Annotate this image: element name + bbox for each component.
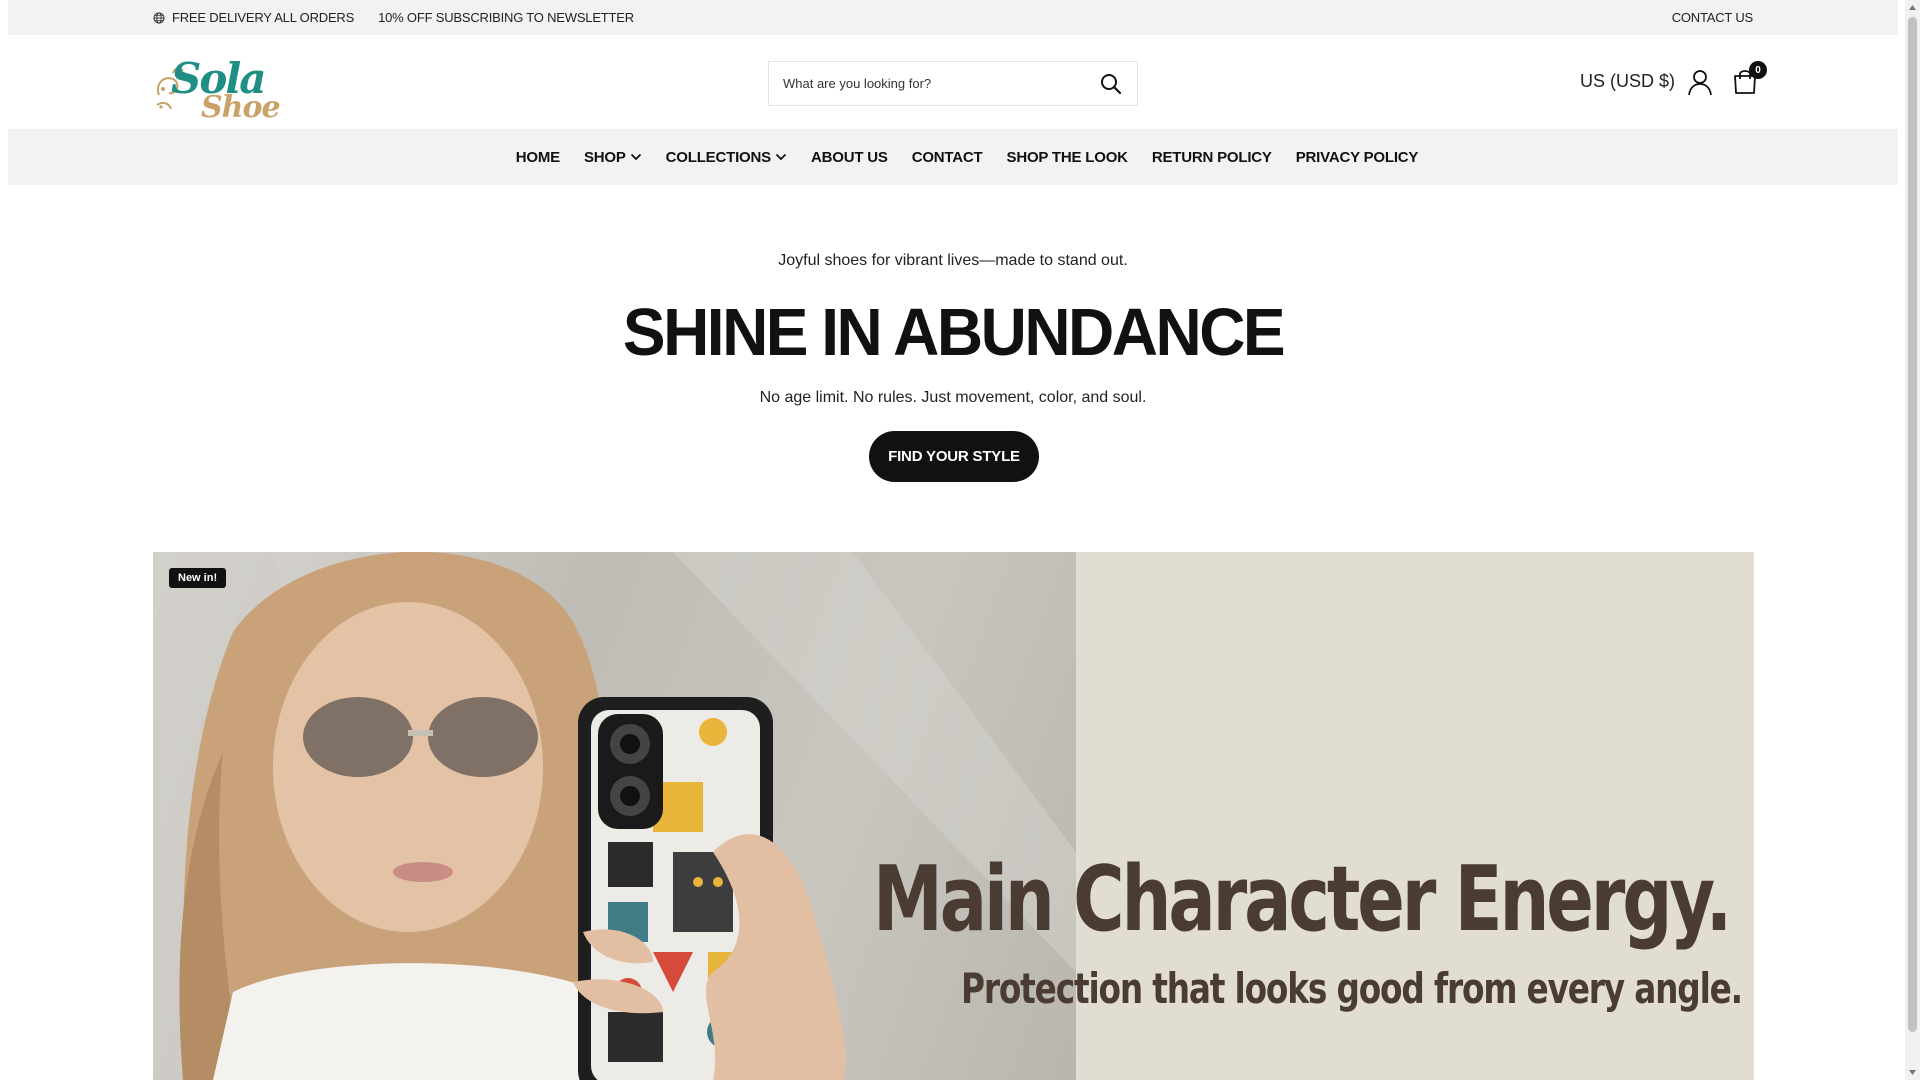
nav-item-label: RETURN POLICY xyxy=(1151,148,1272,166)
main-navigation: HOME SHOP COLLECTIONS ABOUT US CONTACT S… xyxy=(8,129,1898,185)
scroll-down-arrow-icon[interactable] xyxy=(1908,1068,1917,1077)
newsletter-text: 10% OFF SUBSCRIBING TO NEWSLETTER xyxy=(378,10,634,25)
promo-banner[interactable]: New in! Main Character Energy. Protectio… xyxy=(153,552,1754,1080)
currency-selector[interactable]: US (USD $) xyxy=(1580,71,1675,92)
free-delivery-text: FREE DELIVERY ALL ORDERS xyxy=(172,10,355,25)
banner-photo xyxy=(153,552,1076,1080)
scrollbar-thumb[interactable] xyxy=(1908,17,1917,1032)
search-bar xyxy=(768,61,1138,106)
hero-headline: SHINE IN ABUNDANCE xyxy=(622,294,1286,370)
search-icon[interactable] xyxy=(1099,72,1123,96)
nav-item-label: HOME xyxy=(515,148,560,166)
announcement-bar: FREE DELIVERY ALL ORDERS 10% OFF SUBSCRI… xyxy=(8,0,1898,35)
globe-icon xyxy=(153,12,165,23)
nav-item-label: CONTACT xyxy=(911,148,983,166)
nav-item-shop-the-look[interactable]: SHOP THE LOOK xyxy=(1006,148,1129,166)
nav-item-label: ABOUT US xyxy=(810,148,888,166)
cart-count-badge: 0 xyxy=(1749,61,1767,79)
nav-item-contact[interactable]: CONTACT xyxy=(912,149,983,166)
announcement-left: FREE DELIVERY ALL ORDERS 10% OFF SUBSCRI… xyxy=(153,0,634,35)
nav-item-about-us[interactable]: ABOUT US xyxy=(811,149,888,166)
site-header: Sola Shoe US (USD $) 0 xyxy=(8,35,1898,129)
hero-tagline: Joyful shoes for vibrant lives—made to s… xyxy=(778,252,1128,269)
nav-item-label: SHOP THE LOOK xyxy=(1006,148,1129,166)
nav-item-home[interactable]: HOME xyxy=(516,149,560,166)
new-in-badge: New in! xyxy=(169,568,227,588)
banner-subtitle: Protection that looks good from every an… xyxy=(961,964,1743,1013)
hero-subheadline: No age limit. No rules. Just movement, c… xyxy=(759,389,1147,406)
nav-item-label: COLLECTIONS xyxy=(665,148,772,166)
scroll-up-arrow-icon[interactable] xyxy=(1908,3,1917,12)
nav-list: HOME SHOP COLLECTIONS ABOUT US CONTACT S… xyxy=(8,129,1898,185)
nav-item-label: SHOP xyxy=(583,148,626,166)
contact-us-link[interactable]: CONTACT US xyxy=(1672,0,1754,35)
svg-text:Shoe: Shoe xyxy=(201,90,280,121)
nav-item-collections[interactable]: COLLECTIONS xyxy=(666,149,787,166)
sola-shoe-logo: Sola Shoe xyxy=(156,54,281,125)
woman-holding-phone-illustration xyxy=(153,552,1076,1080)
search-input[interactable] xyxy=(783,76,1083,91)
site-logo[interactable]: Sola Shoe xyxy=(153,45,283,125)
banner-title: Main Character Energy. xyxy=(873,847,1732,952)
nav-item-shop[interactable]: SHOP xyxy=(584,149,642,166)
nav-item-label: PRIVACY POLICY xyxy=(1295,148,1419,166)
chevron-down-icon xyxy=(775,153,787,161)
find-your-style-button[interactable]: FIND YOUR STYLE xyxy=(869,431,1039,482)
chevron-down-icon xyxy=(630,153,641,161)
announcement-free-delivery[interactable]: FREE DELIVERY ALL ORDERS xyxy=(153,10,354,25)
announcement-newsletter[interactable]: 10% OFF SUBSCRIBING TO NEWSLETTER xyxy=(378,10,634,25)
nav-item-privacy-policy[interactable]: PRIVACY POLICY xyxy=(1296,149,1419,166)
page: FREE DELIVERY ALL ORDERS 10% OFF SUBSCRI… xyxy=(8,0,1898,1080)
page-scrollbar[interactable] xyxy=(1905,0,1920,1080)
user-icon[interactable] xyxy=(1687,68,1713,96)
nav-item-return-policy[interactable]: RETURN POLICY xyxy=(1152,149,1272,166)
